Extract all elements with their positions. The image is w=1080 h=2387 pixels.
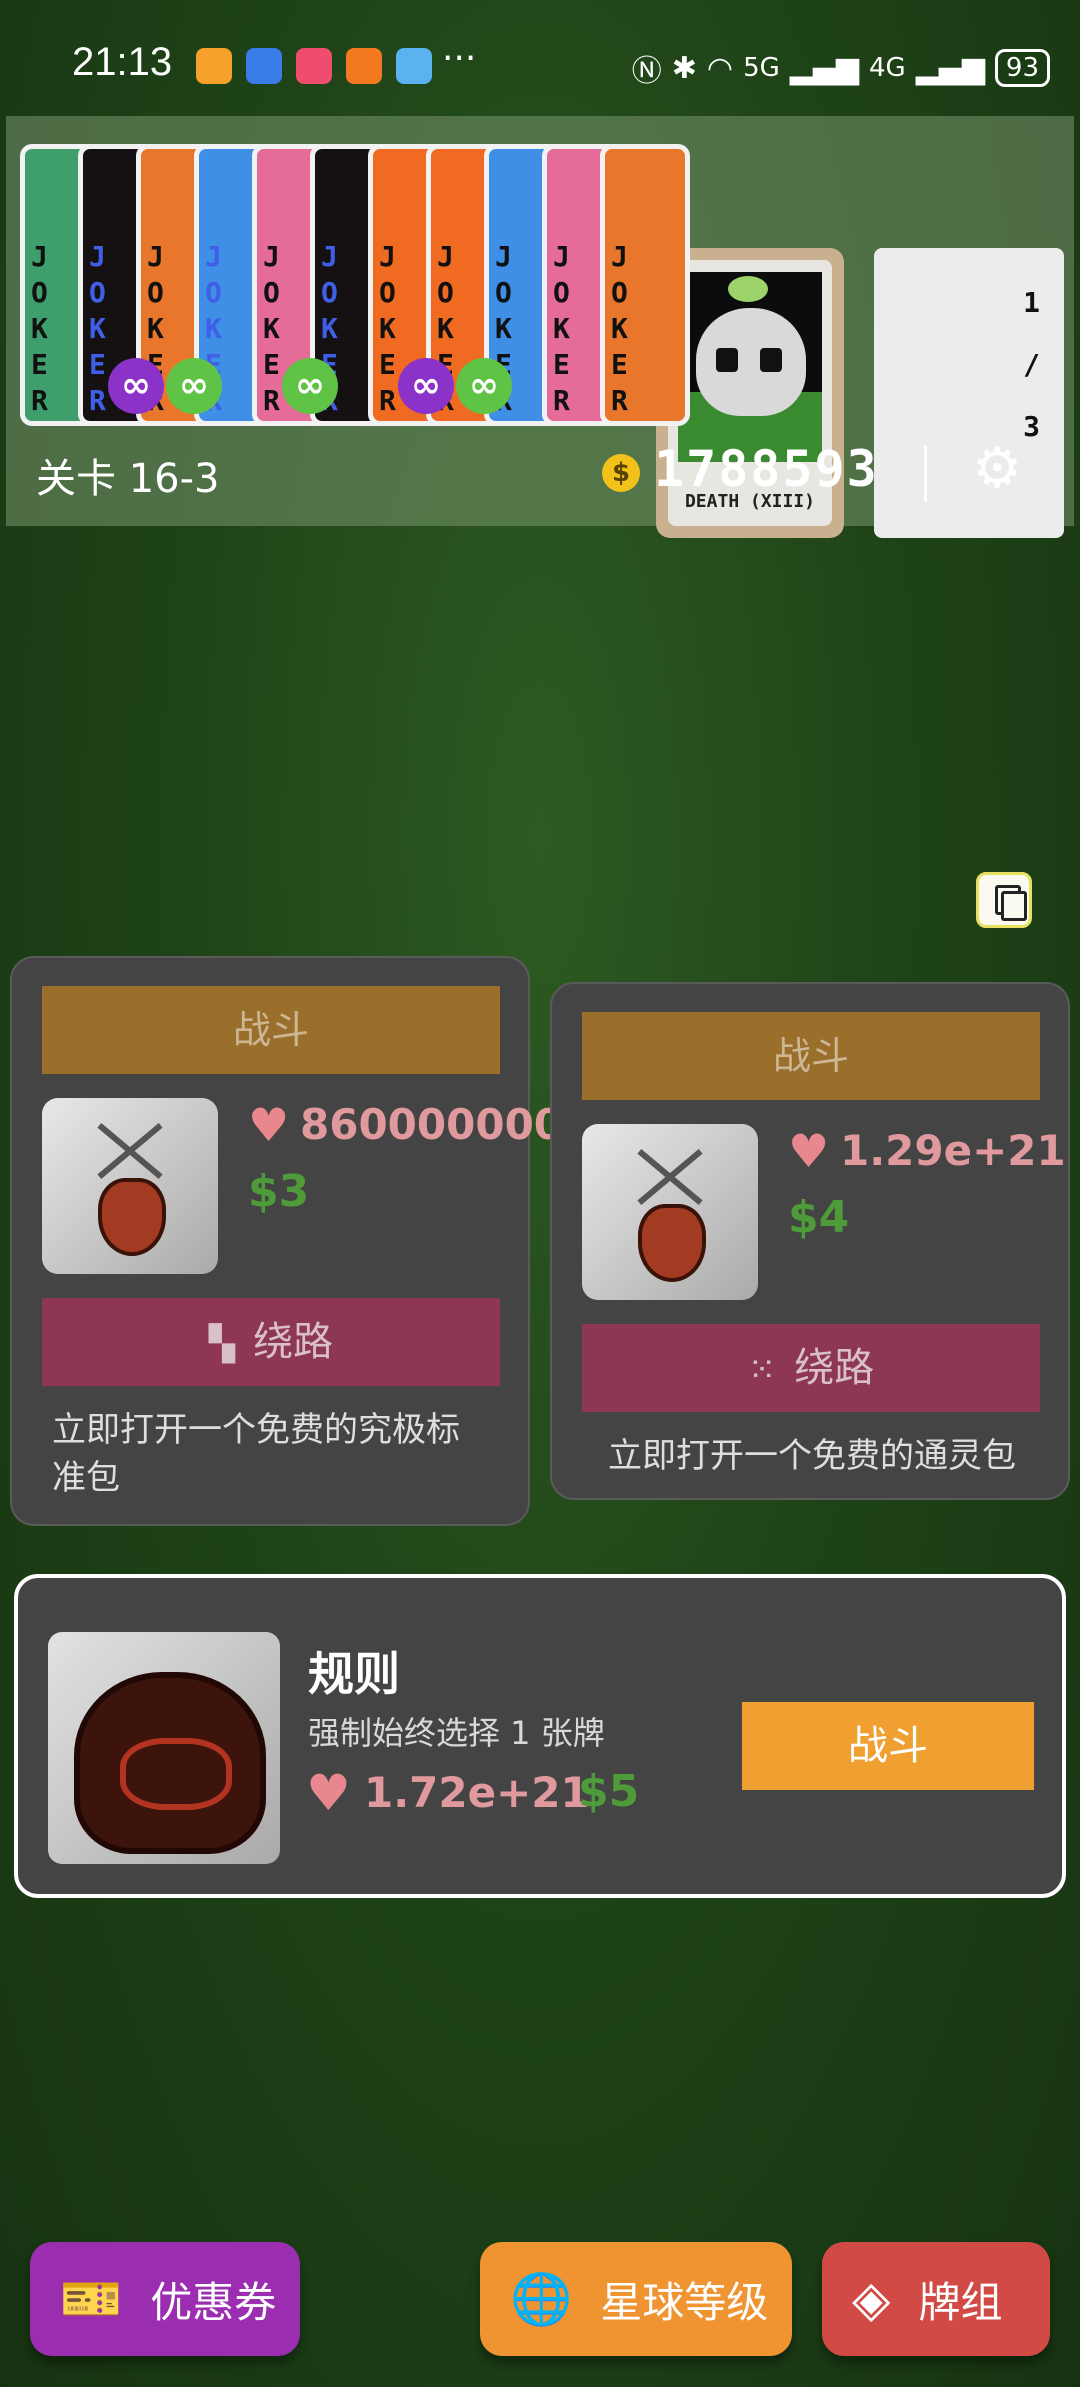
skip-label: 绕路 [253, 1319, 334, 1365]
skip-button[interactable]: ▚ 绕路 [42, 1298, 500, 1386]
skull-icon [696, 308, 806, 416]
notification-icons [196, 48, 432, 84]
coupons-button[interactable]: 🎫 优惠券 [30, 2242, 300, 2356]
status-bar: 21:13 ··· Ⓝ ✱ ◠ 5G ▂▄▆ 4G ▂▄▆ 93 [0, 0, 1080, 120]
clock: 21:13 [72, 40, 173, 84]
globe-icon: 🌐 [510, 2269, 573, 2328]
wifi-icon: ◠ [706, 50, 734, 86]
tag-icon: ⁙ [747, 1350, 777, 1390]
fight-button[interactable]: 战斗 [582, 1012, 1040, 1100]
nfc-icon: Ⓝ [631, 54, 662, 89]
boss-image [48, 1632, 280, 1864]
skip-reward-description: 立即打开一个免费的究极标准包 [52, 1410, 460, 1498]
deck-label: 牌组 [918, 2277, 1003, 2327]
boss-name: 规则 [308, 1647, 400, 1701]
fight-button[interactable]: 战斗 [42, 986, 500, 1074]
planet-levels-label: 星球等级 [600, 2277, 769, 2327]
deck-button[interactable]: ◈ 牌组 [822, 2242, 1050, 2356]
blind-reward: $4 [788, 1192, 850, 1243]
music-icon [296, 48, 332, 84]
big-blind-panel: 战斗 ♥ 1.29e+21 $4 ⁙ 绕路 立即打开一个免费的通灵包 [550, 982, 1070, 1500]
divider [924, 446, 927, 502]
infinity-badge: ∞ [108, 358, 164, 414]
layers-icon: ◈ [852, 2270, 891, 2328]
money-amount: 1788593 [654, 440, 879, 498]
blind-chip-image [42, 1098, 218, 1274]
signal-icon: ▂▄▆ [915, 50, 985, 86]
gear-icon[interactable]: ⚙ [972, 436, 1022, 501]
heart-icon: ♥ [306, 1764, 351, 1822]
boss-blind-card: 规则 强制始终选择 1 张牌 ♥ 1.72e+21 $5 战斗 [14, 1574, 1066, 1898]
joker-area: JOKERJOKERJOKERJOKERJOKERJOKERJOKERJOKER… [6, 116, 1074, 538]
weather-icon [396, 48, 432, 84]
coupons-label: 优惠券 [150, 2277, 277, 2327]
battery-indicator: 93 [994, 49, 1050, 87]
boss-reward: $5 [578, 1766, 640, 1817]
level-label: 关卡 16-3 [36, 456, 220, 502]
heart-icon: ♥ [248, 1098, 290, 1152]
coin-icon: $ [602, 454, 640, 492]
skip-reward-description: 立即打开一个免费的通灵包 [608, 1436, 1016, 1476]
network-4g: 4G [868, 53, 906, 83]
joker-card[interactable]: JOKER [600, 144, 690, 426]
app-icon [196, 48, 232, 84]
gift-icon: 🎫 [60, 2269, 123, 2328]
tag-icon: ▚ [208, 1324, 236, 1364]
system-icons: Ⓝ ✱ ◠ 5G ▂▄▆ 4G ▂▄▆ 93 [632, 46, 1050, 90]
app-icon [346, 48, 382, 84]
more-icon: ··· [442, 38, 477, 79]
small-blind-panel: 战斗 ♥ 860000000 $3 ▚ 绕路 立即打开一个免费的究极标准包 [10, 956, 563, 1526]
joker-label: JOKER [611, 240, 628, 417]
app-icon [246, 48, 282, 84]
monster-icon [74, 1672, 266, 1854]
boss-hp: 1.72e+21 [364, 1768, 590, 1817]
infinity-badge: ∞ [456, 358, 512, 414]
network-5g: 5G [743, 53, 780, 83]
blind-chip-image [582, 1124, 758, 1300]
copy-icon[interactable] [976, 872, 1032, 928]
skip-label: 绕路 [794, 1345, 875, 1391]
info-bar: 关卡 16-3 $ 1788593 ⚙ [6, 416, 1074, 526]
infinity-badge: ∞ [166, 358, 222, 414]
blind-reward: $3 [248, 1166, 310, 1217]
blind-hp: 860000000 [300, 1100, 564, 1149]
joker-label: JOKER [31, 240, 48, 417]
boss-effect: 强制始终选择 1 张牌 [308, 1714, 605, 1752]
planet-levels-button[interactable]: 🌐 星球等级 [480, 2242, 792, 2356]
signal-icon: ▂▄▆ [789, 50, 859, 86]
boss-fight-button[interactable]: 战斗 [742, 1702, 1034, 1790]
blind-hp: 1.29e+21 [840, 1126, 1066, 1175]
infinity-badge: ∞ [398, 358, 454, 414]
infinity-badge: ∞ [282, 358, 338, 414]
bluetooth-icon: ✱ [671, 50, 697, 86]
skip-button[interactable]: ⁙ 绕路 [582, 1324, 1040, 1412]
heart-icon: ♥ [788, 1124, 830, 1178]
joker-label: JOKER [553, 240, 570, 417]
